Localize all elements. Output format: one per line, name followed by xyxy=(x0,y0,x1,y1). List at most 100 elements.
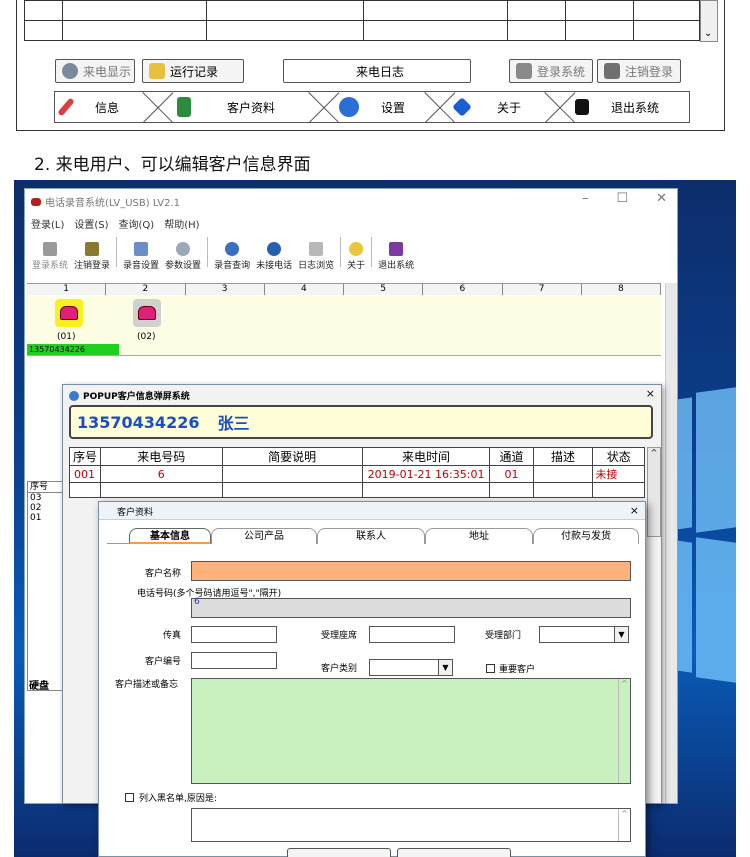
popup-close-button[interactable]: × xyxy=(646,387,655,400)
menu-query[interactable]: 查询(Q) xyxy=(119,216,155,231)
customer-titlebar xyxy=(99,502,645,520)
app-scrollbar[interactable] xyxy=(665,283,677,803)
channel-1-label: (01) xyxy=(57,332,76,342)
caller-name: 张三 xyxy=(217,414,250,433)
chevron-down-icon[interactable]: ⌄ xyxy=(704,28,712,39)
customer-tabs: 基本信息 公司产品 联系人 地址 付款与发货 xyxy=(107,528,639,544)
category-select[interactable]: ▼ xyxy=(369,659,453,676)
phone-channel-2[interactable] xyxy=(133,299,161,327)
app-title: 电话录音系统(LV_USB) LV2.1 xyxy=(31,194,180,209)
log-grid-fragment xyxy=(24,0,700,41)
logout-icon xyxy=(604,63,620,79)
minimize-button[interactable]: – xyxy=(582,191,589,206)
tool-record-settings[interactable]: 录音设置 xyxy=(120,233,162,271)
textarea-scrollbar[interactable]: ^ xyxy=(618,809,630,841)
category-label: 客户类别 xyxy=(321,664,358,674)
tool-log-browse[interactable]: 日志浏览 xyxy=(295,233,337,271)
menu-help[interactable]: 帮助(H) xyxy=(164,216,199,231)
tab-payment[interactable]: 付款与发货 xyxy=(533,528,639,544)
calls-scrollbar[interactable]: ^ xyxy=(647,447,661,537)
description-textarea[interactable]: ^ xyxy=(191,678,631,784)
nav-separator xyxy=(143,92,173,122)
channel-col: 5 xyxy=(344,284,424,295)
phone-icon xyxy=(31,197,41,206)
customer-close-button[interactable]: × xyxy=(630,504,639,517)
caller-phone: 13570434226 xyxy=(77,412,200,432)
chevron-down-icon[interactable]: ▼ xyxy=(614,627,628,642)
dept-select[interactable]: ▼ xyxy=(539,626,629,643)
chevron-down-icon[interactable]: ▼ xyxy=(438,660,452,675)
main-nav-bar: 信息 客户资料 设置 关于 退出系统 xyxy=(54,91,690,123)
login-button[interactable]: 登录系统 xyxy=(509,59,593,83)
phone-icon xyxy=(60,306,78,320)
toolbar-separator xyxy=(340,237,342,267)
tool-exit[interactable]: 退出系统 xyxy=(375,233,417,271)
tab-basic-info[interactable]: 基本信息 xyxy=(129,528,211,544)
tool-record-query[interactable]: 录音查询 xyxy=(211,233,253,271)
nav-about[interactable]: 关于 xyxy=(452,92,521,122)
table-header: 序号 来电号码 简要说明 来电时间 通道 描述 状态 xyxy=(69,447,645,466)
magnifier-icon xyxy=(267,242,282,256)
customer-title: 客户资料 xyxy=(117,508,154,518)
phone-channel-1[interactable] xyxy=(55,299,83,327)
wand-icon xyxy=(57,97,75,117)
fax-input[interactable] xyxy=(191,626,277,643)
phones-input[interactable]: 6 xyxy=(191,597,631,618)
user-icon xyxy=(43,242,57,256)
channel-col: 7 xyxy=(502,284,582,295)
toolbar-separator xyxy=(116,237,118,267)
channel-col: 6 xyxy=(423,284,503,295)
call-log-button[interactable]: 来电日志 xyxy=(283,59,471,83)
important-checkbox[interactable] xyxy=(486,664,495,673)
channel-col: 1 xyxy=(27,284,107,295)
popup-title: POPUP客户信息弹屏系统 xyxy=(69,389,190,402)
nav-settings[interactable]: 设置 xyxy=(339,92,405,122)
tab-address[interactable]: 地址 xyxy=(425,528,533,544)
fax-label: 传真 xyxy=(163,631,182,641)
logout-button[interactable]: 注销登录 xyxy=(597,59,681,83)
nav-info[interactable]: 信息 xyxy=(57,92,119,122)
close-button[interactable]: ✕ xyxy=(656,191,667,206)
door-icon xyxy=(177,97,191,117)
blacklist-checkbox[interactable] xyxy=(125,793,134,802)
nav-customer[interactable]: 客户资料 xyxy=(177,92,275,122)
login-icon xyxy=(516,63,532,79)
textarea-scrollbar[interactable]: ^ xyxy=(618,679,630,783)
customer-name-input[interactable] xyxy=(191,561,631,581)
seat-input[interactable] xyxy=(369,626,455,643)
dept-label: 受理部门 xyxy=(485,631,522,641)
calls-table: 序号 来电号码 简要说明 来电时间 通道 描述 状态 001 6 2019-01… xyxy=(69,447,645,498)
channel-col: 2 xyxy=(106,284,186,295)
stopwatch-icon xyxy=(339,97,359,117)
caller-display-button[interactable]: 来电显示 xyxy=(55,59,135,83)
maximize-button[interactable]: ☐ xyxy=(616,191,628,206)
name-label: 客户名称 xyxy=(145,569,182,579)
menu-settings[interactable]: 设置(S) xyxy=(74,216,108,231)
grid-scrollbar[interactable]: ⌄ xyxy=(700,0,718,42)
tab-contacts[interactable]: 联系人 xyxy=(317,528,425,544)
tool-params[interactable]: 参数设置 xyxy=(162,233,204,271)
tool-logout[interactable]: 注销登录 xyxy=(71,233,113,271)
phone-icon xyxy=(138,306,156,320)
run-log-button[interactable]: 来电显示 运行记录 xyxy=(142,59,244,83)
table-row[interactable]: 001 6 2019-01-21 16:35:01 01 未接 xyxy=(69,465,645,483)
gear-icon xyxy=(176,242,191,256)
chevron-up-icon[interactable]: ^ xyxy=(651,448,658,457)
dialog-button[interactable] xyxy=(397,848,511,857)
blacklist-reason-input[interactable]: ^ xyxy=(191,808,631,842)
nav-exit[interactable]: 退出系统 xyxy=(575,92,659,122)
seat-label: 受理座席 xyxy=(321,631,358,641)
channel-col: 3 xyxy=(185,284,265,295)
globe-icon xyxy=(62,63,78,79)
speaker-icon xyxy=(134,242,149,256)
dialog-button[interactable] xyxy=(287,848,391,857)
menu-login[interactable]: 登录(L) xyxy=(31,216,64,231)
tab-products[interactable]: 公司产品 xyxy=(211,528,317,544)
tool-missed-calls[interactable]: 未接电话 xyxy=(253,233,295,271)
tool-login[interactable]: 登录系统 xyxy=(29,233,71,271)
nav-separator xyxy=(425,92,455,122)
tool-about[interactable]: 关于 xyxy=(344,233,368,271)
code-input[interactable] xyxy=(191,652,277,669)
channel-1-caller: 13570434226 xyxy=(27,344,119,355)
code-label: 客户编号 xyxy=(145,657,182,667)
